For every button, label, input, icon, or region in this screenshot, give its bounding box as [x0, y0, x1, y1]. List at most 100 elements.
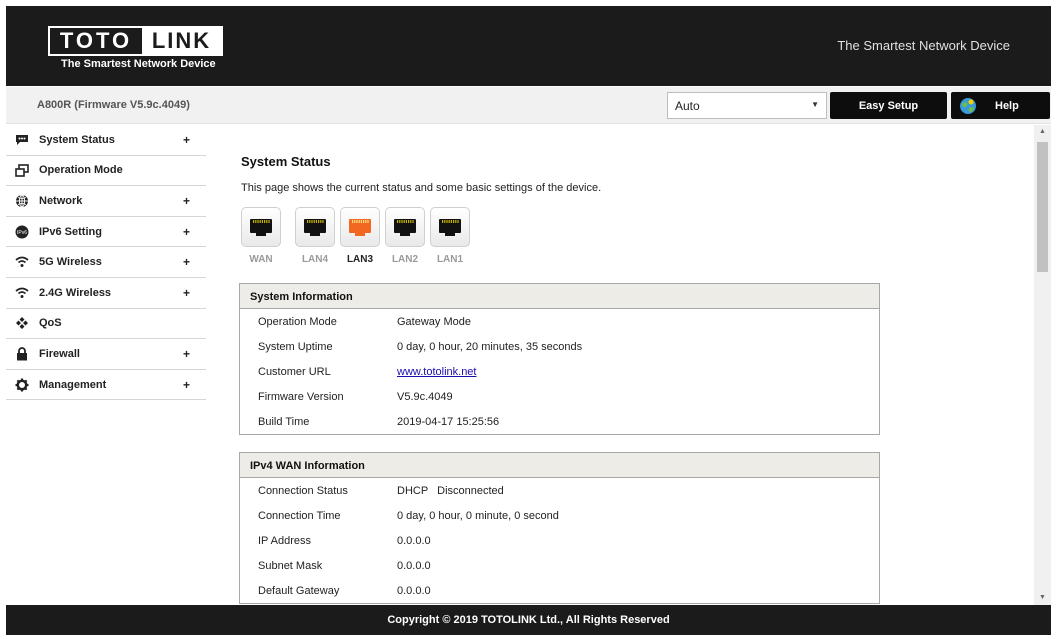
- panel-title: IPv4 WAN Information: [240, 453, 879, 478]
- sidebar-item-label: IPv6 Setting: [39, 225, 102, 238]
- sidebar-item-label: System Status: [39, 133, 115, 146]
- chevron-down-icon: ▼: [811, 100, 819, 109]
- table-row: Connection Status DHCP Disconnected: [240, 478, 879, 503]
- row-label: Build Time: [258, 415, 310, 428]
- qos-icon: [14, 315, 30, 331]
- table-row: IP Address 0.0.0.0: [240, 528, 879, 553]
- row-label: System Uptime: [258, 340, 333, 353]
- sidebar-item-label: Firewall: [39, 347, 80, 360]
- sidebar-item-label: Management: [39, 378, 107, 391]
- sidebar-item-qos[interactable]: QoS: [6, 308, 206, 340]
- row-label: Customer URL: [258, 365, 331, 378]
- device-model: A800R (Firmware V5.9c.4049): [37, 99, 190, 111]
- row-value: 0.0.0.0: [397, 584, 431, 597]
- port-label: LAN4: [301, 254, 329, 265]
- table-row: Operation Mode Gateway Mode: [240, 309, 879, 334]
- logo-toto-text: TOTO: [50, 28, 142, 54]
- row-label: Firmware Version: [258, 390, 344, 403]
- row-value: 0 day, 0 hour, 20 minutes, 35 seconds: [397, 340, 583, 353]
- windows-icon: [14, 162, 30, 178]
- scrollbar-thumb[interactable]: [1037, 142, 1048, 272]
- lock-icon: [14, 346, 30, 362]
- plus-icon: +: [182, 133, 190, 147]
- row-value: 0.0.0.0: [397, 559, 431, 572]
- table-row: Default Gateway 0.0.0.0: [240, 578, 879, 603]
- footer: Copyright © 2019 TOTOLINK Ltd., All Righ…: [6, 605, 1051, 635]
- wifi-icon: [14, 285, 30, 301]
- sidebar-item-label: QoS: [39, 317, 62, 330]
- port-lan4: LAN4: [295, 207, 335, 265]
- row-value: DHCP Disconnected: [397, 484, 504, 497]
- port-label: WAN: [249, 254, 273, 265]
- copyright-text: Copyright © 2019 TOTOLINK Ltd., All Righ…: [387, 614, 670, 626]
- row-value: 0 day, 0 hour, 0 minute, 0 second: [397, 509, 559, 522]
- port-wan: WAN: [241, 207, 281, 265]
- ipv4-wan-information-panel: IPv4 WAN Information Connection Status D…: [239, 452, 880, 604]
- svg-text:IPv6: IPv6: [17, 230, 27, 236]
- sidebar-item-operation-mode[interactable]: Operation Mode: [6, 155, 206, 187]
- port-label: LAN1: [436, 254, 464, 265]
- row-label: Connection Status: [258, 484, 348, 497]
- sidebar-item-label: 5G Wireless: [39, 256, 102, 269]
- row-label: Operation Mode: [258, 315, 337, 328]
- sidebar-item-label: Network: [39, 194, 83, 207]
- sidebar-item-5g-wireless[interactable]: 5G Wireless +: [6, 247, 206, 278]
- table-row: Connection Time 0 day, 0 hour, 0 minute,…: [240, 503, 879, 528]
- port-lan3: LAN3: [340, 207, 380, 265]
- customer-url-link[interactable]: www.totolink.net: [397, 366, 476, 378]
- sidebar-item-system-status[interactable]: System Status +: [6, 125, 206, 156]
- table-row: Build Time 2019-04-17 15:25:56: [240, 409, 879, 434]
- ethernet-port-icon: [295, 207, 335, 247]
- row-value: www.totolink.net: [397, 366, 476, 378]
- ipv6-icon: IPv6: [14, 224, 30, 240]
- plus-icon: +: [182, 377, 190, 392]
- globe-help-icon: [960, 97, 976, 114]
- chat-bubble-icon: [14, 132, 30, 148]
- help-button-label: Help: [995, 99, 1019, 112]
- toolbar: A800R (Firmware V5.9c.4049) Auto ▼ Easy …: [6, 87, 1051, 124]
- table-row: Subnet Mask 0.0.0.0: [240, 553, 879, 578]
- gear-icon: [14, 377, 30, 393]
- sidebar-item-firewall[interactable]: Firewall +: [6, 339, 206, 370]
- row-value: V5.9c.4049: [397, 390, 453, 403]
- main-content: System Status This page shows the curren…: [207, 125, 1033, 605]
- sidebar-item-management[interactable]: Management +: [6, 369, 206, 401]
- scroll-up-icon[interactable]: ▲: [1039, 128, 1046, 135]
- sidebar-item-24g-wireless[interactable]: 2.4G Wireless +: [6, 277, 206, 309]
- globe-icon: [14, 193, 30, 209]
- wifi-icon: [14, 254, 30, 270]
- port-lan2: LAN2: [385, 207, 425, 265]
- port-lan1: LAN1: [430, 207, 470, 265]
- page-title: System Status: [241, 154, 331, 169]
- logo-tagline: The Smartest Network Device: [61, 58, 216, 70]
- ethernet-port-active-icon: [340, 207, 380, 247]
- ethernet-port-icon: [385, 207, 425, 247]
- panel-title: System Information: [240, 284, 879, 309]
- language-select[interactable]: Auto ▼: [667, 92, 827, 119]
- help-button[interactable]: Help: [951, 92, 1050, 119]
- sidebar-item-label: Operation Mode: [39, 164, 123, 177]
- ethernet-port-icon: [430, 207, 470, 247]
- page-description: This page shows the current status and s…: [241, 182, 602, 194]
- port-label: LAN3: [346, 254, 374, 265]
- sidebar-item-label: 2.4G Wireless: [39, 286, 112, 299]
- table-row: System Uptime 0 day, 0 hour, 20 minutes,…: [240, 334, 879, 359]
- sidebar-item-ipv6-setting[interactable]: IPv6 IPv6 Setting +: [6, 216, 206, 248]
- plus-icon: +: [182, 224, 190, 239]
- row-label: Connection Time: [258, 509, 341, 522]
- row-label: Subnet Mask: [258, 559, 323, 572]
- easy-setup-button[interactable]: Easy Setup: [830, 92, 947, 119]
- plus-icon: +: [182, 285, 190, 300]
- plus-icon: +: [182, 194, 190, 209]
- sidebar-menu: System Status + Operation Mode Network +…: [6, 125, 206, 401]
- plus-icon: +: [182, 347, 190, 362]
- system-information-panel: System Information Operation Mode Gatewa…: [239, 283, 880, 435]
- language-select-value: Auto: [675, 99, 700, 113]
- plus-icon: +: [182, 255, 190, 270]
- sidebar-item-network[interactable]: Network +: [6, 186, 206, 217]
- vertical-scrollbar[interactable]: ▲ ▼: [1034, 125, 1051, 605]
- scroll-down-icon[interactable]: ▼: [1039, 594, 1046, 601]
- table-row: Customer URL www.totolink.net: [240, 359, 879, 384]
- totolink-logo: TOTO LINK: [48, 26, 223, 56]
- row-label: Default Gateway: [258, 584, 340, 597]
